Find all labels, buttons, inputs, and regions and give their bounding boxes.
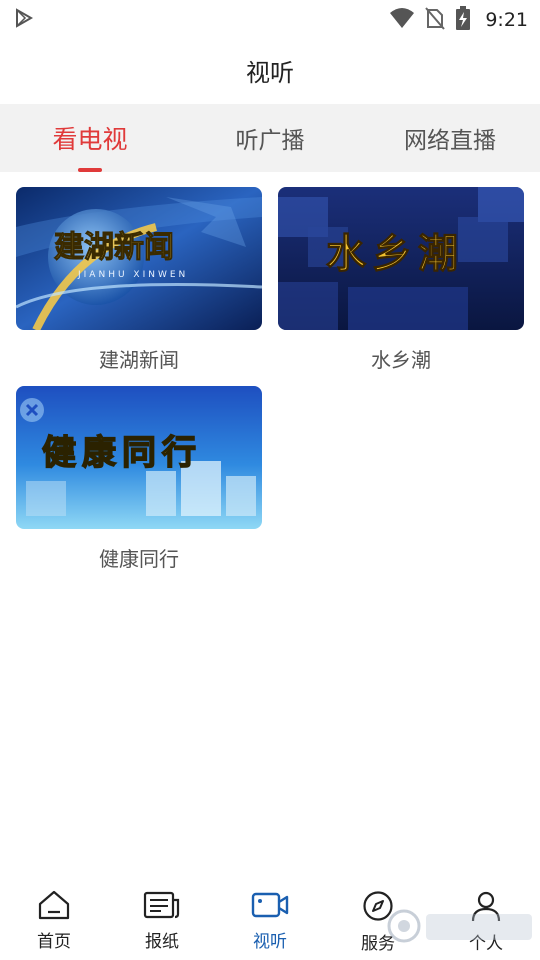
battery-charging-icon [455,5,471,35]
nav-audio-video[interactable]: 视听 [216,880,324,960]
nav-label: 报纸 [145,932,179,952]
play-store-icon [14,8,34,32]
thumb-title: 健康同行 [42,433,202,473]
tab-label: 网络直播 [404,128,496,154]
nav-newspaper[interactable]: 报纸 [108,880,216,960]
tab-live-stream[interactable]: 网络直播 [360,104,540,172]
person-icon [470,890,502,926]
wifi-icon [389,7,415,33]
status-bar: 9:21 [0,0,540,36]
nav-label: 个人 [469,934,503,954]
nav-service[interactable]: 服务 [324,880,432,960]
nav-label: 视听 [253,932,287,952]
program-thumbnail: 水乡潮 [278,187,524,330]
tab-label: 听广播 [235,128,305,154]
nav-label: 首页 [37,932,71,952]
newspaper-icon [143,890,181,924]
thumb-title: 建湖新闻 [54,230,174,265]
tab-listen-radio[interactable]: 听广播 [180,104,360,172]
program-thumbnail: 健康同行 [16,386,262,529]
program-name: 建湖新闻 [99,347,179,372]
bottom-nav: 首页 报纸 视听 服务 个人 [0,880,540,960]
program-grid: 建湖新闻 JIANHU XINWEN 建湖新闻 水乡潮 水乡潮 健康同行 健康同… [16,187,524,585]
thumb-title: 水乡潮 [326,231,464,277]
program-name: 水乡潮 [371,347,431,372]
page-title: 视听 [246,58,294,87]
tab-label: 看电视 [52,125,128,154]
tab-bar: 看电视 听广播 网络直播 [0,104,540,172]
thumb-subtitle: JIANHU XINWEN [77,270,188,280]
video-camera-icon [251,890,289,924]
program-card-health[interactable]: 健康同行 健康同行 [16,386,262,585]
nav-profile[interactable]: 个人 [432,880,540,960]
home-icon [37,890,71,924]
status-time: 9:21 [485,9,528,31]
program-card-jianhu-news[interactable]: 建湖新闻 JIANHU XINWEN 建湖新闻 [16,187,262,386]
nav-label: 服务 [361,934,395,954]
tab-watch-tv[interactable]: 看电视 [0,104,180,172]
program-thumbnail: 建湖新闻 JIANHU XINWEN [16,187,262,330]
program-card-shuixiangchao[interactable]: 水乡潮 水乡潮 [278,187,524,386]
program-name: 健康同行 [99,546,179,571]
compass-icon [362,890,394,926]
no-sim-icon [425,6,446,34]
nav-home[interactable]: 首页 [0,880,108,960]
title-bar: 视听 [0,36,540,104]
